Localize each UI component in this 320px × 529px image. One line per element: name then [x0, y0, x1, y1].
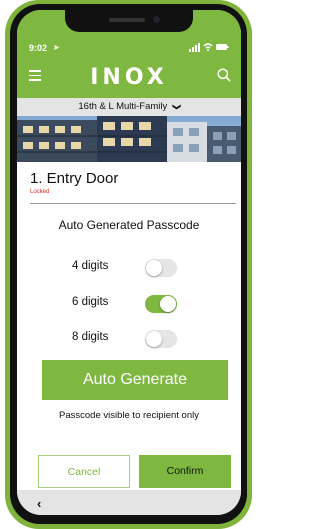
option-label-8-digits: 8 digits: [72, 331, 109, 343]
lock-status: Locked: [30, 189, 50, 195]
signal-wifi-battery-icon: [189, 43, 229, 52]
status-bar: 9:02 ➤: [17, 42, 241, 58]
site-name: 16th & L Multi-Family: [78, 101, 168, 112]
speaker: [109, 18, 145, 22]
location-arrow-icon: ➤: [53, 43, 60, 52]
bottom-nav-bar: ‹: [17, 490, 241, 515]
confirm-button[interactable]: Confirm: [139, 455, 231, 488]
passcode-section-title: Auto Generated Passcode: [58, 218, 200, 232]
passcode-visibility-note: Passcode visible to recipient only: [59, 410, 199, 421]
notch: [65, 10, 193, 32]
toggle-knob: [146, 260, 162, 276]
toggle-8-digits[interactable]: [145, 330, 177, 348]
option-label-6-digits: 6 digits: [72, 296, 109, 308]
building-image: [17, 116, 241, 162]
toggle-knob: [160, 296, 176, 312]
inox-logo: INOX: [90, 65, 168, 90]
auto-generate-button[interactable]: Auto Generate: [42, 360, 228, 400]
status-time: 9:02: [29, 43, 48, 53]
door-title: 1. Entry Door: [30, 170, 119, 187]
back-icon[interactable]: ‹: [37, 496, 41, 511]
chevron-down-icon: ❯: [172, 103, 182, 111]
toggle-6-digits[interactable]: [145, 295, 177, 313]
toggle-knob: [146, 331, 162, 347]
divider: [30, 203, 236, 204]
toggle-4-digits[interactable]: [145, 259, 177, 277]
option-label-4-digits: 4 digits: [72, 260, 109, 272]
cancel-button[interactable]: Cancel: [38, 455, 130, 488]
site-selector[interactable]: 16th & L Multi-Family ❯: [17, 98, 241, 116]
search-icon[interactable]: [217, 68, 231, 82]
camera: [153, 16, 160, 23]
app-screen: 9:02 ➤ INOX 16th & L Multi-Family ❯ 1. E…: [17, 10, 241, 515]
status-icons: [189, 42, 229, 54]
